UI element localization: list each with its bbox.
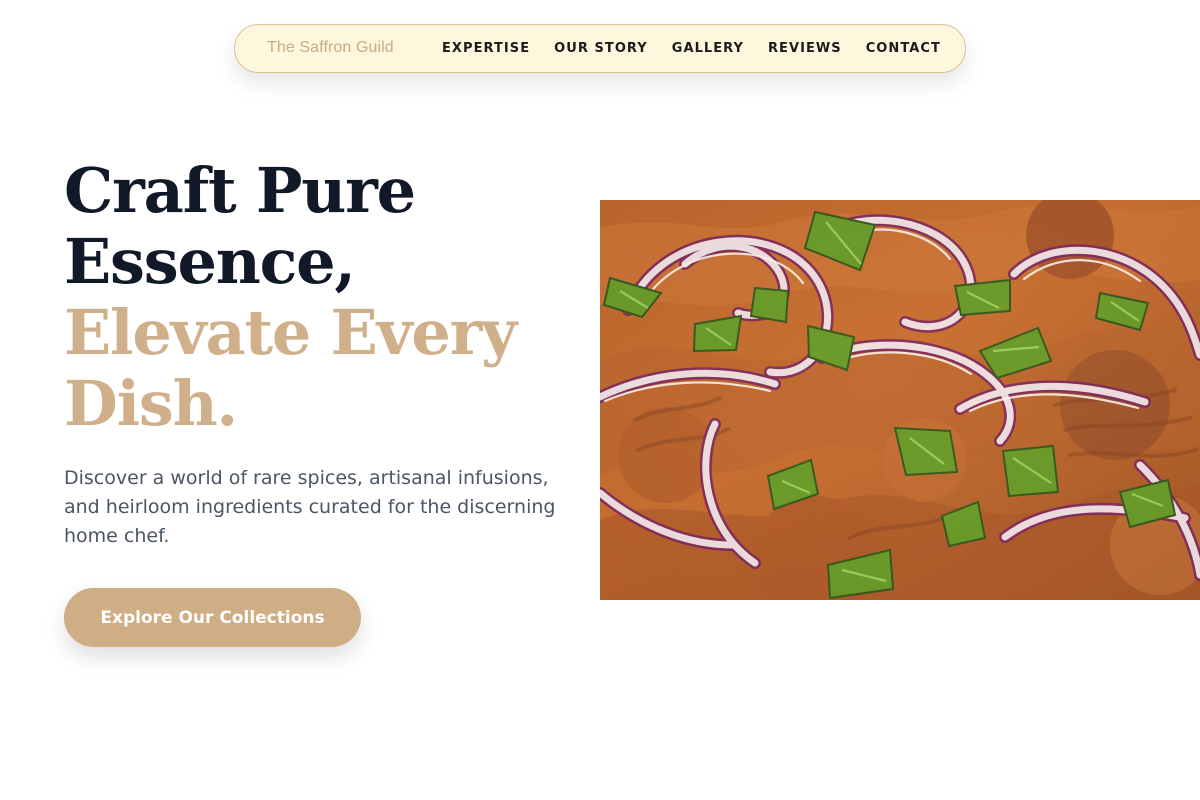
hero-title-line-2: Essence,	[64, 225, 356, 298]
hero-title-line-3: Elevate Every	[64, 296, 517, 369]
nav-links: EXPERTISE OUR STORY GALLERY REVIEWS CONT…	[442, 41, 941, 57]
food-dish-image	[600, 200, 1200, 600]
nav-link-gallery[interactable]: GALLERY	[672, 41, 744, 57]
hero-title-line-4: Dish.	[64, 367, 238, 440]
explore-collections-button[interactable]: Explore Our Collections	[64, 588, 361, 647]
top-navigation: The Saffron Guild EXPERTISE OUR STORY GA…	[234, 24, 966, 73]
food-dish-illustration	[600, 200, 1200, 600]
hero-title: Craft Pure Essence, Elevate Every Dish.	[64, 155, 584, 439]
hero-subtitle: Discover a world of rare spices, artisan…	[64, 467, 556, 547]
nav-link-reviews[interactable]: REVIEWS	[768, 41, 842, 57]
nav-link-contact[interactable]: CONTACT	[866, 41, 941, 57]
nav-link-our-story[interactable]: OUR STORY	[554, 41, 648, 57]
warm-light-overlay	[600, 200, 1200, 600]
nav-link-expertise[interactable]: EXPERTISE	[442, 41, 530, 57]
brand-link[interactable]: The Saffron Guild	[267, 39, 394, 57]
hero-title-line-1: Craft Pure	[64, 154, 416, 227]
landing-page: The Saffron Guild EXPERTISE OUR STORY GA…	[0, 0, 1200, 800]
